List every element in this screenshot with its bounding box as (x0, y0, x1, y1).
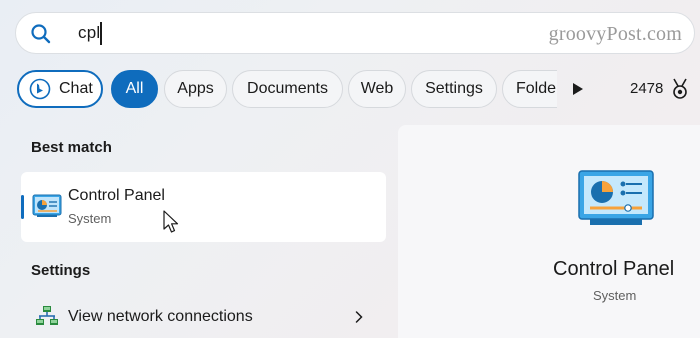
chip-documents[interactable]: Documents (232, 70, 343, 108)
chip-settings[interactable]: Settings (411, 70, 497, 108)
chip-label: Folde (516, 80, 557, 97)
chip-folders[interactable]: Folde (502, 70, 557, 108)
chip-chat[interactable]: Chat (17, 70, 103, 108)
result-subtitle: System (68, 211, 112, 226)
chevron-right-icon[interactable] (355, 311, 363, 323)
search-bar[interactable]: cpl groovyPost.com (15, 12, 695, 54)
rewards-medal-icon[interactable] (670, 78, 690, 100)
watermark: groovyPost.com (548, 23, 682, 45)
settings-heading: Settings (31, 262, 91, 279)
play-more-icon[interactable] (572, 82, 584, 96)
search-input[interactable]: cpl (78, 23, 100, 43)
chip-label: Apps (177, 80, 214, 97)
mouse-cursor-icon (163, 210, 179, 233)
chip-label: Settings (425, 80, 483, 97)
search-icon (31, 24, 51, 44)
best-match-heading: Best match (31, 139, 112, 156)
bing-chat-icon (29, 78, 51, 100)
chip-all[interactable]: All (111, 70, 158, 108)
control-panel-icon (578, 170, 654, 225)
preview-title: Control Panel (553, 258, 675, 280)
chip-apps[interactable]: Apps (164, 70, 227, 108)
chip-label: All (125, 80, 144, 97)
selection-indicator (21, 195, 24, 219)
settings-result-network[interactable]: View network connections (21, 296, 386, 338)
settings-result-label: View network connections (68, 308, 253, 325)
result-title: Control Panel (68, 187, 165, 204)
best-match-result[interactable]: Control Panel System (21, 172, 386, 242)
text-caret (100, 22, 102, 45)
chip-web[interactable]: Web (348, 70, 406, 108)
preview-pane: Control Panel System (398, 125, 700, 338)
filter-chips: Chat All Apps Documents Web Settings Fol… (17, 70, 557, 108)
preview-subtitle: System (593, 288, 637, 303)
chip-label: Web (360, 80, 394, 97)
rewards-points: 2478 (630, 80, 664, 97)
network-icon (36, 306, 58, 325)
chip-label: Documents (247, 80, 328, 97)
control-panel-icon (32, 194, 62, 217)
chip-label: Chat (59, 80, 93, 97)
